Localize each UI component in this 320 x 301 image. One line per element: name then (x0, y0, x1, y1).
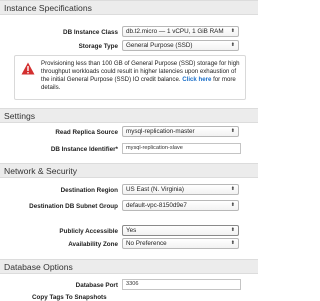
availability-zone-label: Availability Zone (68, 241, 118, 248)
read-replica-source-select[interactable]: mysql-replication-master ⬍ (122, 126, 239, 137)
db-instance-identifier-input[interactable]: mysql-replication-slave (122, 143, 241, 154)
chevron-updown-icon: ⬍ (230, 202, 235, 208)
section-header-network-security: Network & Security (0, 163, 258, 178)
publicly-accessible-select[interactable]: Yes ⬍ (122, 225, 239, 236)
chevron-updown-icon: ⬍ (230, 240, 235, 246)
chevron-updown-icon: ⬍ (230, 186, 235, 192)
destination-db-subnet-group-label: Destination DB Subnet Group (29, 203, 118, 210)
publicly-accessible-label: Publicly Accessible (59, 228, 118, 235)
database-port-input[interactable]: 3306 (122, 279, 241, 290)
section-header-database-options: Database Options (0, 259, 258, 274)
destination-region-value: US East (N. Virginia) (126, 186, 184, 193)
chevron-updown-icon: ⬍ (230, 42, 235, 48)
read-replica-source-label: Read Replica Source (55, 129, 118, 136)
destination-db-subnet-group-select[interactable]: default-vpc-8150d9e7 ⬍ (122, 200, 239, 211)
section-header-instance-specifications: Instance Specifications (0, 0, 258, 15)
chevron-updown-icon: ⬍ (230, 128, 235, 134)
storage-warning-box: Provisioning less than 100 GB of General… (14, 55, 246, 100)
read-replica-source-value: mysql-replication-master (126, 128, 195, 135)
destination-db-subnet-group-value: default-vpc-8150d9e7 (126, 202, 187, 209)
storage-type-label: Storage Type (78, 43, 118, 50)
warning-triangle-icon (21, 62, 35, 75)
destination-region-select[interactable]: US East (N. Virginia) ⬍ (122, 184, 239, 195)
db-instance-class-select[interactable]: db.t2.micro — 1 vCPU, 1 GiB RAM ⬍ (122, 26, 239, 37)
publicly-accessible-value: Yes (126, 227, 137, 234)
section-header-settings: Settings (0, 108, 258, 123)
chevron-updown-icon: ⬍ (230, 227, 235, 233)
destination-region-label: Destination Region (60, 187, 118, 194)
chevron-updown-icon: ⬍ (230, 28, 235, 34)
availability-zone-value: No Preference (126, 240, 167, 247)
db-instance-identifier-label: DB Instance Identifier* (50, 146, 118, 153)
db-instance-class-label: DB Instance Class (63, 29, 118, 36)
database-port-label: Database Port (75, 282, 118, 289)
storage-type-value: General Purpose (SSD) (126, 42, 193, 49)
db-instance-class-value: db.t2.micro — 1 vCPU, 1 GiB RAM (126, 28, 224, 35)
storage-type-select[interactable]: General Purpose (SSD) ⬍ (122, 40, 239, 51)
availability-zone-select[interactable]: No Preference ⬍ (122, 238, 239, 249)
warning-message: Provisioning less than 100 GB of General… (41, 60, 244, 92)
warning-details-link[interactable]: Click here (182, 76, 211, 83)
